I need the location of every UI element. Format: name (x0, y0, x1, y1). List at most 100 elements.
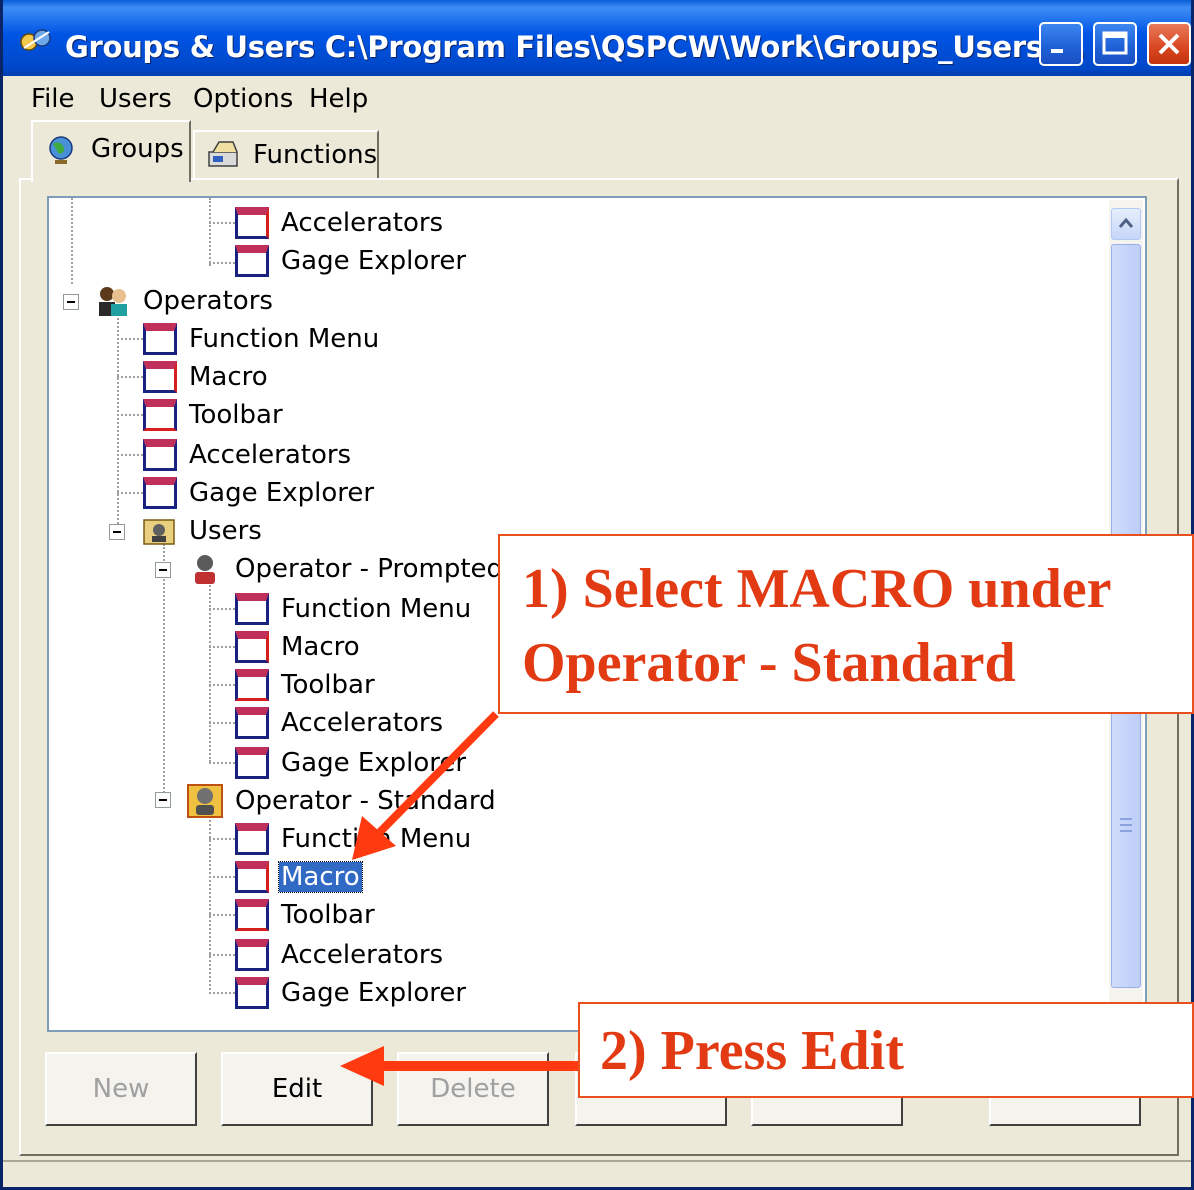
tree-item-label: Function Menu (281, 824, 472, 854)
tree-item[interactable]: Accelerators (235, 704, 445, 742)
function-doc-icon (143, 361, 177, 393)
tree-line (117, 310, 119, 532)
tree-item-label: Operator - Standard (235, 786, 496, 816)
function-doc-icon (235, 861, 269, 893)
tree-line (117, 492, 143, 494)
tab-strip: Groups Functions (3, 120, 1191, 184)
tree-item-label: Operator - Prompted (235, 554, 504, 584)
tree-item-label: Toolbar (281, 670, 375, 700)
tree-item-label: Users (189, 516, 262, 546)
tree-item-label: Gage Explorer (281, 246, 467, 276)
tab-groups[interactable]: Groups (31, 120, 191, 182)
tree-item[interactable]: Function Menu (235, 590, 473, 628)
collapse-operator-prompted-icon[interactable] (155, 562, 171, 578)
tree-item[interactable]: Function Menu (235, 820, 473, 858)
tree-item-operator-prompted[interactable]: Operator - Prompted (187, 550, 505, 588)
tree-item-label: Gage Explorer (189, 478, 375, 508)
collapse-users-icon[interactable] (109, 524, 125, 540)
callout-step1-line1: 1) Select MACRO under (522, 558, 1112, 620)
tree-line (209, 222, 235, 224)
delete-button[interactable]: Delete (397, 1052, 549, 1126)
maximize-button[interactable] (1093, 22, 1137, 66)
tree-item-label: Accelerators (281, 208, 444, 238)
tree-item-operators[interactable]: Operators (95, 282, 275, 320)
tree-item[interactable]: Macro (143, 358, 270, 396)
scroll-up-button[interactable] (1111, 208, 1141, 240)
function-doc-icon (235, 669, 269, 701)
tree-item[interactable]: Gage Explorer (235, 974, 468, 1012)
tree-item[interactable]: Accelerators (143, 436, 353, 474)
tree-line (209, 838, 235, 840)
function-doc-icon (143, 399, 177, 431)
function-doc-icon (235, 631, 269, 663)
tree-line (209, 762, 235, 764)
functions-icon (208, 141, 238, 167)
tree-item-macro-selected[interactable]: Macro (235, 858, 363, 896)
tree-item-label: Macro (278, 861, 363, 893)
tree-item[interactable]: Function Menu (143, 320, 381, 358)
close-button[interactable] (1147, 22, 1191, 66)
tree-item[interactable]: Gage Explorer (143, 474, 376, 512)
tree-item-users[interactable]: Users (141, 512, 264, 550)
tree-line (209, 684, 235, 686)
function-doc-icon (235, 245, 269, 277)
callout-step2-text: 2) Press Edit (600, 1020, 904, 1082)
tree-item-label: Gage Explorer (281, 978, 467, 1008)
callout-step2: 2) Press Edit (578, 1002, 1194, 1098)
tree-line (117, 376, 143, 378)
menu-users[interactable]: Users (99, 84, 172, 114)
tree-line (209, 876, 235, 878)
tree-item-label: Accelerators (281, 940, 444, 970)
tree-item[interactable]: Accelerators (235, 936, 445, 974)
function-doc-icon (235, 823, 269, 855)
function-doc-icon (143, 439, 177, 471)
tree-line (209, 646, 235, 648)
tree-item-label: Operators (143, 286, 273, 316)
tree-item[interactable]: Accelerators (235, 204, 445, 242)
function-doc-icon (235, 939, 269, 971)
tree-item-label: Accelerators (189, 440, 352, 470)
minimize-button[interactable] (1039, 22, 1083, 66)
menu-file[interactable]: File (31, 84, 75, 114)
new-button[interactable]: New (45, 1052, 197, 1126)
tab-groups-label: Groups (91, 134, 184, 164)
tree-item-label: Toolbar (281, 900, 375, 930)
tree-item-label: Gage Explorer (281, 748, 467, 778)
callout-step1: 1) Select MACRO under Operator - Standar… (498, 534, 1194, 714)
tree-line (209, 954, 235, 956)
function-doc-icon (235, 207, 269, 239)
collapse-operator-standard-icon[interactable] (155, 792, 171, 808)
tree-item[interactable]: Gage Explorer (235, 744, 468, 782)
collapse-operators-icon[interactable] (63, 294, 79, 310)
tree-line (209, 608, 235, 610)
tree-item[interactable]: Toolbar (235, 896, 377, 934)
tree-item-label: Function Menu (281, 594, 472, 624)
function-doc-icon (143, 477, 177, 509)
globe-icon (49, 136, 73, 164)
edit-button[interactable]: Edit (221, 1052, 373, 1126)
app-icon (20, 29, 51, 51)
tree-item[interactable]: Gage Explorer (235, 242, 468, 280)
title-bar[interactable]: Groups & Users C:\Program Files\QSPCW\Wo… (3, 0, 1191, 76)
tree-line (209, 992, 235, 994)
function-doc-icon (235, 899, 269, 931)
function-doc-icon (235, 593, 269, 625)
tree-item[interactable]: Macro (235, 628, 362, 666)
status-bar (3, 1160, 1191, 1187)
tree-item[interactable]: Toolbar (235, 666, 377, 704)
tree-item-label: Macro (281, 632, 360, 662)
function-doc-icon (143, 323, 177, 355)
tree-item[interactable]: Toolbar (143, 396, 285, 434)
menu-bar: File Users Options Help (3, 80, 1191, 120)
window-title: Groups & Users C:\Program Files\QSPCW\Wo… (65, 30, 1086, 64)
tree-line (209, 722, 235, 724)
tree-item-operator-standard[interactable]: Operator - Standard (187, 782, 498, 820)
user-icon (187, 784, 223, 818)
tab-functions[interactable]: Functions (193, 130, 379, 180)
function-doc-icon (235, 977, 269, 1009)
function-doc-icon (235, 707, 269, 739)
menu-options[interactable]: Options (193, 84, 293, 114)
tab-functions-label: Functions (253, 140, 378, 170)
tree-line (209, 262, 235, 264)
menu-help[interactable]: Help (309, 84, 368, 114)
